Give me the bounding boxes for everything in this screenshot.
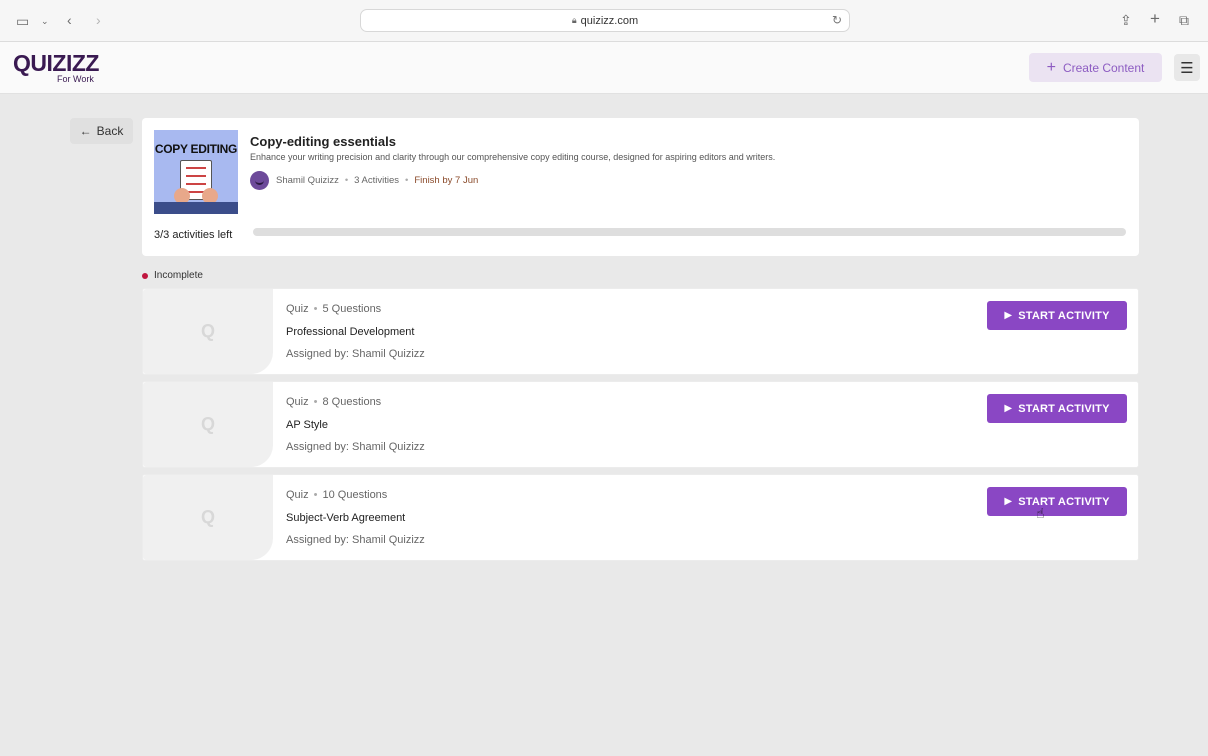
activity-type-label: Quiz [286, 489, 309, 501]
activity-title: Subject-Verb Agreement [286, 512, 406, 524]
address-bar[interactable]: 🔒︎ quizizz.com ↻ [360, 9, 850, 32]
reload-icon[interactable]: ↻ [832, 13, 842, 27]
activity-type: Quiz • 5 Questions [286, 303, 381, 315]
create-content-button[interactable]: + Create Content [1029, 53, 1162, 82]
activity-type: Quiz • 8 Questions [286, 396, 381, 408]
chevron-down-icon[interactable]: ⌄ [41, 13, 49, 29]
activity-card: Q Quiz • 10 Questions Subject-Verb Agreeme… [142, 474, 1139, 561]
thumbnail-text: COPY EDITING [154, 142, 238, 156]
create-content-label: Create Content [1062, 60, 1145, 75]
back-arrow-icon[interactable]: ‹ [67, 12, 72, 28]
sidebar-icon[interactable]: ▭ [16, 13, 29, 29]
activity-card: Q Quiz • 5 Questions Professional Developm… [142, 288, 1139, 375]
activity-assigned-by: Assigned by: Shamil Quizizz [286, 441, 425, 453]
activity-title: Professional Development [286, 326, 415, 338]
quizizz-logo[interactable]: QUIZIZZ For Work [13, 50, 99, 84]
menu-button[interactable]: ☰ [1174, 54, 1200, 81]
avatar [250, 171, 269, 190]
pointer-cursor-icon: ☝ [1036, 505, 1045, 521]
start-activity-button[interactable]: ▶ START ACTIVITY [987, 487, 1127, 516]
activity-thumbnail: Q [143, 382, 273, 467]
quiz-placeholder-icon: Q [200, 507, 215, 527]
activity-type: Quiz • 10 Questions [286, 489, 387, 501]
logo-text: QUIZIZZ [13, 50, 99, 76]
plus-icon: + [1046, 58, 1056, 76]
back-arrow-icon: ← [79, 124, 92, 138]
activity-title: AP Style [286, 419, 328, 431]
start-activity-label: START ACTIVITY [1018, 495, 1110, 508]
lock-icon: 🔒︎ [571, 15, 577, 25]
quiz-placeholder-icon: Q [200, 414, 215, 434]
back-button[interactable]: ← Back [70, 118, 133, 144]
course-description: Enhance your writing precision and clari… [250, 152, 776, 162]
start-activity-button[interactable]: ▶ START ACTIVITY [987, 394, 1127, 423]
quiz-placeholder-icon: Q [200, 321, 215, 341]
activity-thumbnail: Q [143, 475, 273, 560]
course-title: Copy-editing essentials [250, 134, 396, 149]
separator-dot: • [344, 175, 349, 186]
forward-arrow-icon[interactable]: › [96, 12, 101, 28]
menu-icon: ☰ [1180, 59, 1194, 77]
start-activity-label: START ACTIVITY [1018, 309, 1110, 322]
activity-count: 3 Activities [354, 175, 400, 186]
course-meta: Shamil Quizizz • 3 Activities • Finish b… [250, 171, 478, 190]
separator-dot: • [313, 489, 318, 501]
question-count: 10 Questions [322, 489, 388, 501]
activity-assigned-by: Assigned by: Shamil Quizizz [286, 534, 425, 546]
activity-type-label: Quiz [286, 303, 309, 315]
url-text: quizizz.com [580, 14, 639, 27]
progress-bar [253, 228, 1126, 236]
course-card: COPY EDITING Copy-editing essentials Enh… [142, 118, 1139, 256]
activity-thumbnail: Q [143, 289, 273, 374]
start-activity-label: START ACTIVITY [1018, 402, 1110, 415]
finish-date: Finish by 7 Jun [414, 175, 479, 186]
progress-label: 3/3 activities left [154, 229, 233, 241]
question-count: 5 Questions [322, 303, 382, 315]
separator-dot: • [313, 396, 318, 408]
course-thumbnail: COPY EDITING [154, 130, 238, 214]
play-icon: ▶ [1004, 496, 1013, 507]
app-header: QUIZIZZ For Work + Create Content ☰ [0, 42, 1208, 94]
course-author: Shamil Quizizz [276, 175, 339, 186]
separator-dot: • [313, 303, 318, 315]
question-count: 8 Questions [322, 396, 382, 408]
sleeve-illustration [154, 202, 238, 214]
activity-card: Q Quiz • 8 Questions AP Style Assigned by:… [142, 381, 1139, 468]
tabs-icon[interactable]: ⧉ [1179, 12, 1189, 28]
play-icon: ▶ [1004, 403, 1013, 414]
plus-icon[interactable]: + [1150, 10, 1160, 27]
status-indicator: Incomplete [142, 270, 203, 281]
separator-dot: • [405, 175, 409, 186]
activity-assigned-by: Assigned by: Shamil Quizizz [286, 348, 425, 360]
logo-subtext: For Work [57, 74, 94, 84]
browser-toolbar: ▭ ⌄ ‹ › 🔒︎ quizizz.com ↻ ⇪ + ⧉ [0, 0, 1208, 42]
play-icon: ▶ [1004, 310, 1013, 321]
status-dot [142, 272, 148, 279]
share-icon[interactable]: ⇪ [1120, 12, 1132, 28]
status-label: Incomplete [154, 270, 203, 281]
activity-type-label: Quiz [286, 396, 309, 408]
start-activity-button[interactable]: ▶ START ACTIVITY [987, 301, 1127, 330]
back-label: Back [96, 124, 124, 138]
